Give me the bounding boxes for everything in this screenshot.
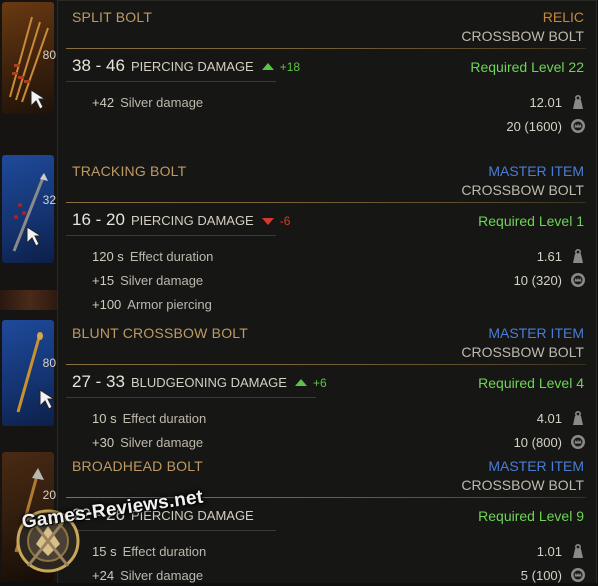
damage-underline: [66, 397, 316, 398]
inventory-slot-tracking-bolt[interactable]: 32: [2, 155, 56, 263]
damage-type: PIERCING DAMAGE: [130, 59, 254, 74]
item-category: CROSSBOW BOLT: [461, 344, 584, 360]
inventory-slot-split-bolt[interactable]: 80: [2, 2, 56, 114]
item-name: BLUNT CROSSBOW BOLT: [72, 325, 248, 341]
stat-label: Silver damage: [120, 273, 204, 288]
damage-underline: [66, 235, 276, 236]
compare-value: -6: [279, 214, 291, 228]
stat-value: 10 s: [92, 411, 117, 426]
item-rarity: MASTER ITEM: [488, 325, 584, 341]
inventory-slot-partial: [0, 290, 60, 310]
item-rarity: MASTER ITEM: [488, 163, 584, 179]
damage-type: PIERCING DAMAGE: [130, 213, 254, 228]
item-price: 10 (320): [513, 273, 562, 288]
crown-coin-icon: [571, 273, 585, 287]
required-level: Required Level 1: [478, 213, 584, 229]
item-card: TRACKING BOLT MASTER ITEM CROSSBOW BOLT 16 …: [58, 155, 596, 317]
stat-label: Effect duration: [122, 411, 207, 426]
compare-up-icon: [294, 379, 307, 386]
damage-type: BLUDGEONING DAMAGE: [130, 375, 287, 390]
compare-value: +18: [279, 60, 301, 74]
stat-line: +42 Silver damage: [92, 95, 203, 110]
damage-underline: [66, 81, 276, 82]
stat-value: +100: [92, 297, 122, 312]
item-category: CROSSBOW BOLT: [461, 182, 584, 198]
item-weight: 12.01: [529, 95, 562, 110]
stack-count: 80: [42, 356, 56, 370]
damage-line: 16 - 20 PIERCING DAMAGE -6: [72, 210, 290, 230]
crown-coin-icon: [571, 568, 585, 582]
required-level: Required Level 22: [470, 59, 584, 75]
divider: [66, 364, 586, 365]
stat-line: 120 s Effect duration: [92, 249, 213, 264]
item-weight: 1.01: [536, 544, 562, 559]
damage-line: 27 - 33 BLUDGEONING DAMAGE +6: [72, 372, 327, 392]
compare-up-icon: [261, 63, 274, 70]
item-price: 5 (100): [520, 568, 562, 583]
damage-line: 38 - 46 PIERCING DAMAGE +18: [72, 56, 300, 76]
stat-label: Armor piercing: [127, 297, 212, 312]
item-price: 10 (800): [513, 435, 562, 450]
item-category: CROSSBOW BOLT: [461, 28, 584, 44]
weight-icon: [573, 410, 583, 425]
item-price: 20 (1600): [506, 119, 562, 134]
divider: [66, 202, 586, 203]
stack-count: 80: [42, 48, 56, 62]
stack-count: 32: [42, 193, 56, 207]
stat-value: +42: [92, 95, 115, 110]
item-weight: 4.01: [536, 411, 562, 426]
crown-coin-icon: [571, 119, 585, 133]
item-category: CROSSBOW BOLT: [461, 477, 584, 493]
item-name: TRACKING BOLT: [72, 163, 187, 179]
weight-icon: [573, 248, 583, 263]
damage-range: 27 - 33: [72, 372, 125, 391]
item-rarity: MASTER ITEM: [488, 458, 584, 474]
damage-range: 16 - 20: [72, 210, 125, 229]
stat-line: +30 Silver damage: [92, 435, 203, 450]
inventory-slot-blunt-bolt[interactable]: 80: [2, 320, 56, 426]
stat-label: Silver damage: [120, 95, 204, 110]
required-level: Required Level 4: [478, 375, 584, 391]
stat-value: +30: [92, 435, 115, 450]
stat-line: 10 s Effect duration: [92, 411, 206, 426]
crown-coin-icon: [571, 435, 585, 449]
weight-icon: [573, 543, 583, 558]
item-rarity: RELIC: [542, 9, 584, 25]
damage-range: 38 - 46: [72, 56, 125, 75]
item-name: BROADHEAD BOLT: [72, 458, 203, 474]
stat-line: +15 Silver damage: [92, 273, 203, 288]
stat-value: 120 s: [92, 249, 124, 264]
stat-label: Silver damage: [120, 435, 204, 450]
compare-down-icon: [261, 218, 274, 225]
weight-icon: [573, 94, 583, 109]
item-name: SPLIT BOLT: [72, 9, 153, 25]
divider: [66, 48, 586, 49]
item-card: BLUNT CROSSBOW BOLT MASTER ITEM CROSSBOW B…: [58, 317, 596, 450]
item-weight: 1.61: [536, 249, 562, 264]
stat-value: +15: [92, 273, 115, 288]
stat-line: +100 Armor piercing: [92, 297, 212, 312]
bolt-icon: [12, 173, 48, 252]
required-level: Required Level 9: [478, 508, 584, 524]
item-card: SPLIT BOLT RELIC CROSSBOW BOLT 38 - 46 PIERC…: [58, 1, 596, 155]
bolt-icon: [16, 332, 54, 413]
stat-label: Effect duration: [129, 249, 214, 264]
compare-value: +6: [312, 376, 327, 390]
